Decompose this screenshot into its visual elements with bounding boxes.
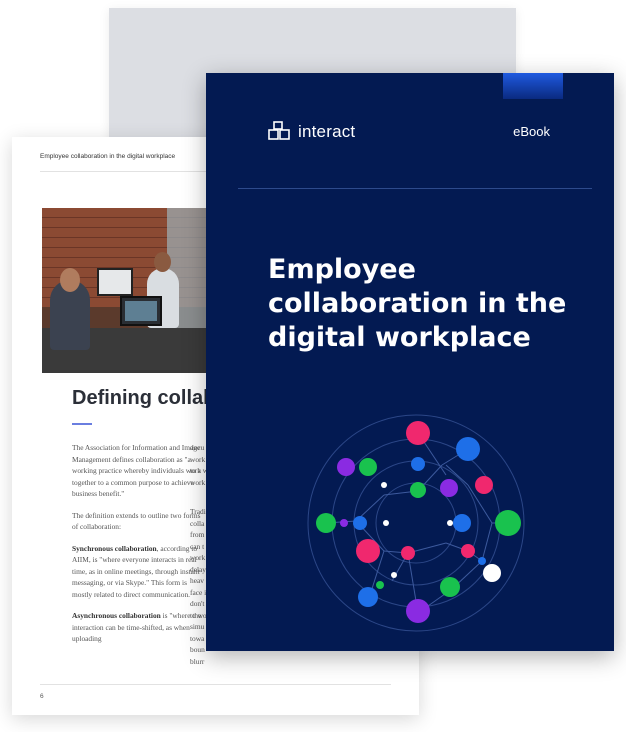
network-node bbox=[381, 482, 387, 488]
paragraph: The definition extends to outline two fo… bbox=[72, 510, 201, 532]
network-node bbox=[410, 482, 426, 498]
network-node bbox=[447, 520, 453, 526]
connector-line bbox=[481, 522, 493, 562]
network-node bbox=[456, 437, 480, 461]
network-node bbox=[358, 587, 378, 607]
network-node bbox=[478, 557, 486, 565]
network-node bbox=[406, 421, 430, 445]
network-node bbox=[316, 513, 336, 533]
footer-divider bbox=[40, 684, 391, 685]
network-node bbox=[406, 599, 430, 623]
network-node bbox=[461, 544, 475, 558]
paragraph: The Association for Information and Imag… bbox=[72, 443, 201, 498]
network-node bbox=[340, 519, 348, 527]
network-node bbox=[495, 510, 521, 536]
network-node bbox=[475, 476, 493, 494]
network-node bbox=[353, 516, 367, 530]
network-node bbox=[401, 546, 415, 560]
network-node bbox=[411, 457, 425, 471]
network-node bbox=[440, 479, 458, 497]
network-node bbox=[453, 514, 471, 532]
network-node bbox=[383, 520, 389, 526]
network-node bbox=[391, 572, 397, 578]
paragraph: Asynchronous collaboration is "where the… bbox=[72, 611, 202, 643]
office-photo bbox=[42, 208, 207, 373]
page-number: 6 bbox=[40, 693, 44, 700]
column-2-line: blurr bbox=[190, 656, 205, 666]
heading-underline bbox=[72, 423, 92, 425]
network-node bbox=[483, 564, 501, 582]
network-node bbox=[337, 458, 355, 476]
network-graphic bbox=[307, 414, 525, 632]
network-node bbox=[356, 539, 380, 563]
paragraph: Synchronous collaboration, according to … bbox=[72, 543, 200, 599]
network-node bbox=[440, 577, 460, 597]
section-heading: Defining collabo bbox=[72, 387, 228, 409]
body-column-1: The Association for Information and Imag… bbox=[72, 442, 202, 655]
ebook-cover: interact eBook Employee collaboration in… bbox=[206, 73, 614, 651]
inner-page-header: Employee collaboration in the digital wo… bbox=[40, 153, 176, 160]
network-node bbox=[359, 458, 377, 476]
network-node bbox=[376, 581, 384, 589]
